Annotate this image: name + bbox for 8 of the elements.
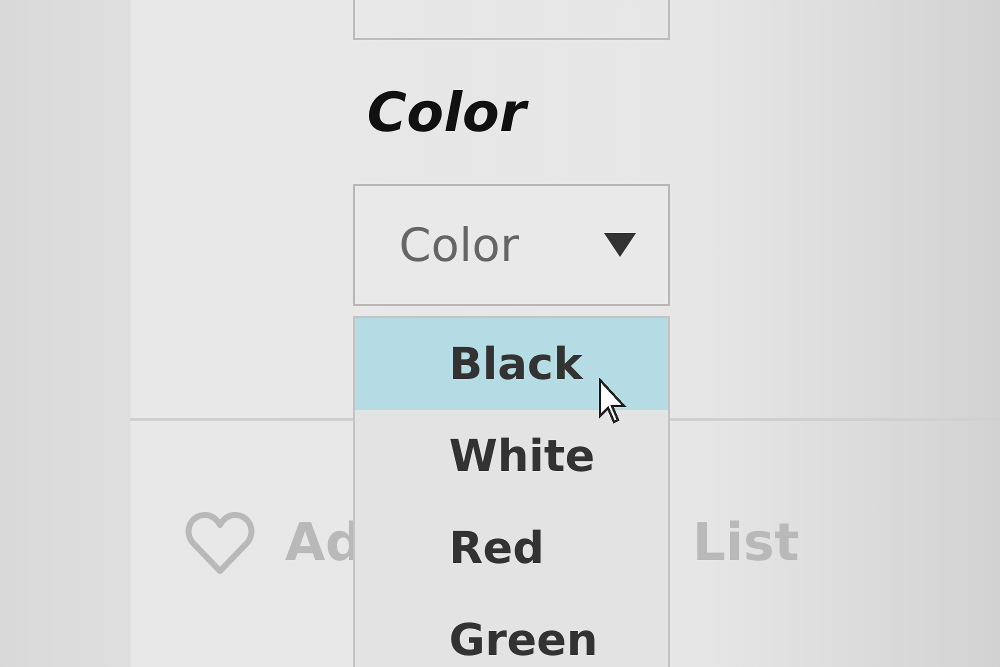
heart-icon[interactable] — [185, 511, 255, 575]
menu-option[interactable]: Black — [355, 318, 668, 410]
color-dropdown[interactable]: Color — [353, 184, 670, 306]
text-field[interactable] — [353, 0, 670, 40]
menu-option[interactable]: Red — [355, 502, 668, 594]
caret-icon — [604, 233, 636, 257]
menu-option[interactable]: White — [355, 410, 668, 502]
menu-option[interactable]: Green — [355, 594, 668, 667]
